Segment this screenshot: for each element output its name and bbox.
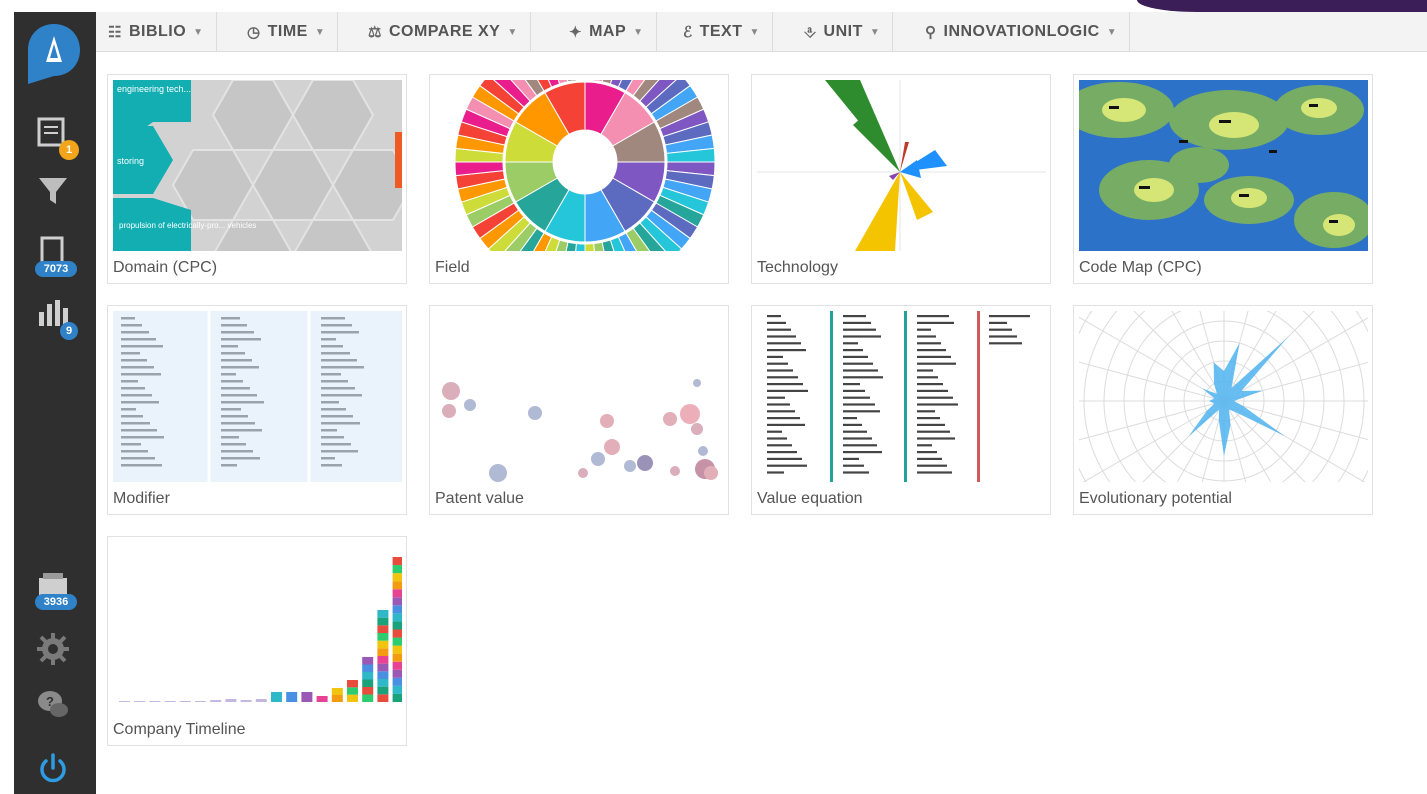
card-technology[interactable]: Technology [751, 74, 1051, 284]
card-label: Field [435, 259, 470, 276]
card-domain-cpc[interactable]: engineering tech... storing propulsion o… [107, 74, 407, 284]
card-label: Value equation [757, 490, 863, 507]
clock-icon: ◷ [247, 24, 261, 41]
menu-compare-xy-label: COMPARE XY [388, 23, 501, 40]
menu-time[interactable]: ◷ TIME ▼ [235, 12, 339, 52]
chevron-down-icon: ▼ [869, 26, 881, 38]
link-icon: ⎀ [804, 23, 817, 41]
settings-gear-icon[interactable] [36, 632, 70, 666]
field-sunburst-thumbnail [435, 80, 724, 251]
menu-text[interactable]: ℰ TEXT ▼ [671, 12, 773, 52]
menu-innovationlogic-label: INNOVATIONLOGIC [943, 23, 1100, 40]
menu-unit[interactable]: ⎀ UNIT ▼ [792, 12, 894, 52]
card-label: Modifier [113, 490, 170, 507]
notes-badge: 1 [59, 140, 79, 160]
domain-thumb-bottom-label: propulsion of electrically-pro... vehicl… [119, 221, 256, 230]
chevron-down-icon: ▼ [633, 26, 644, 38]
patent-value-bubble-thumbnail [435, 311, 724, 482]
book-icon: ☷ [108, 24, 122, 41]
menu-map-label: MAP [589, 23, 627, 40]
charts-badge: 9 [60, 322, 78, 340]
card-value-equation[interactable]: Value equation [751, 305, 1051, 515]
modifier-list-thumbnail [113, 311, 402, 482]
menu-biblio-label: BIBLIO [128, 23, 187, 40]
help-chat-icon[interactable]: ? [36, 688, 70, 722]
chevron-down-icon: ▼ [314, 26, 326, 38]
card-patent-value[interactable]: Patent value [429, 305, 729, 515]
card-label: Domain (CPC) [113, 259, 218, 276]
menu-compare-xy[interactable]: ⚖ COMPARE XY ▼ [356, 12, 531, 52]
chevron-down-icon: ▼ [193, 26, 204, 38]
value-equation-thumbnail [757, 311, 1046, 482]
card-label: Company Timeline [113, 721, 246, 738]
documents-badge: 7073 [35, 261, 77, 277]
chevron-down-icon: ▼ [507, 26, 518, 38]
inbox-badge: 3936 [35, 594, 77, 610]
card-label: Code Map (CPC) [1079, 259, 1202, 276]
lightbulb-icon: ⚲ [925, 24, 937, 41]
scale-icon: ⚖ [368, 24, 382, 41]
card-label: Evolutionary potential [1079, 490, 1232, 507]
card-code-map-cpc[interactable]: Code Map (CPC) [1073, 74, 1373, 284]
technology-rose-thumbnail [757, 80, 1046, 251]
card-field[interactable]: Field [429, 74, 729, 284]
card-label: Technology [757, 259, 838, 276]
menu-innovationlogic[interactable]: ⚲ INNOVATIONLOGIC ▼ [913, 12, 1131, 52]
domain-hex-thumbnail: engineering tech... storing propulsion o… [113, 80, 402, 251]
app-logo[interactable] [26, 22, 82, 86]
company-timeline-thumbnail [113, 542, 402, 713]
corner-decoration [1137, 0, 1427, 12]
card-company-timeline[interactable]: Company Timeline [107, 536, 407, 746]
evolutionary-radar-thumbnail [1079, 311, 1368, 482]
menu-text-label: TEXT [699, 23, 743, 40]
menu-time-label: TIME [267, 23, 308, 40]
chevron-down-icon: ▼ [749, 26, 760, 38]
card-evolutionary-potential[interactable]: Evolutionary potential [1073, 305, 1373, 515]
chevron-down-icon: ▼ [1106, 26, 1118, 38]
menu-map[interactable]: ✦ MAP ▼ [557, 12, 657, 52]
domain-thumb-top-label: engineering tech... [117, 84, 191, 94]
svg-text:?: ? [46, 694, 54, 709]
card-label: Patent value [435, 490, 524, 507]
text-icon: ℰ [683, 24, 693, 41]
domain-thumb-middle-label: storing [117, 156, 144, 166]
card-modifier[interactable]: Modifier [107, 305, 407, 515]
menu-biblio[interactable]: ☷ BIBLIO ▼ [96, 12, 217, 52]
power-icon[interactable] [36, 752, 70, 786]
filter-icon[interactable] [36, 174, 70, 208]
code-map-thumbnail [1079, 80, 1368, 251]
menu-unit-label: UNIT [823, 23, 863, 40]
map-icon: ✦ [569, 24, 583, 41]
